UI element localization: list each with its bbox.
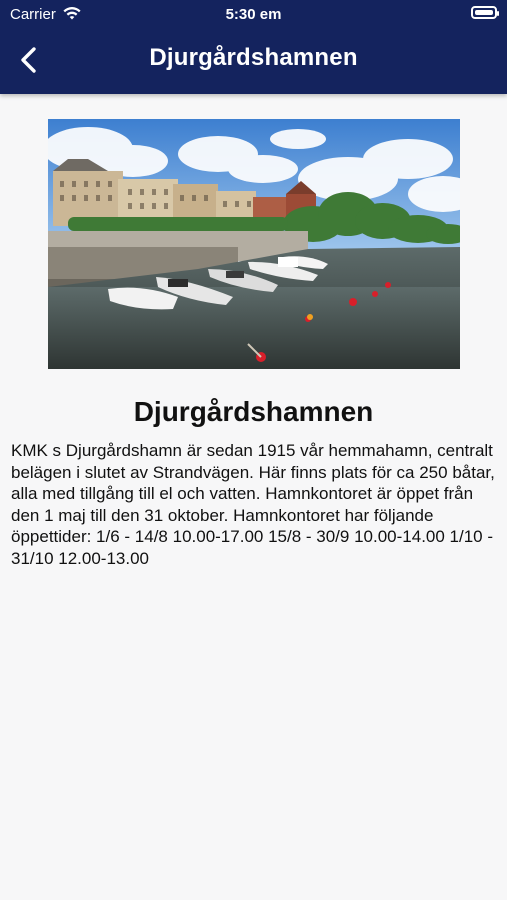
status-bar: Carrier 5:30 em [0,0,507,28]
description-text: KMK s Djurgårdshamn är sedan 1915 vår he… [11,441,495,568]
harbor-photo [48,119,460,369]
battery-icon [471,6,499,19]
page-heading: Djurgårdshamnen [133,396,374,427]
navigation-header: Carrier 5:30 em Djurgårdshamnen [0,0,507,94]
status-time: 5:30 em [225,6,282,23]
nav-title: Djurgårdshamnen [149,44,358,71]
